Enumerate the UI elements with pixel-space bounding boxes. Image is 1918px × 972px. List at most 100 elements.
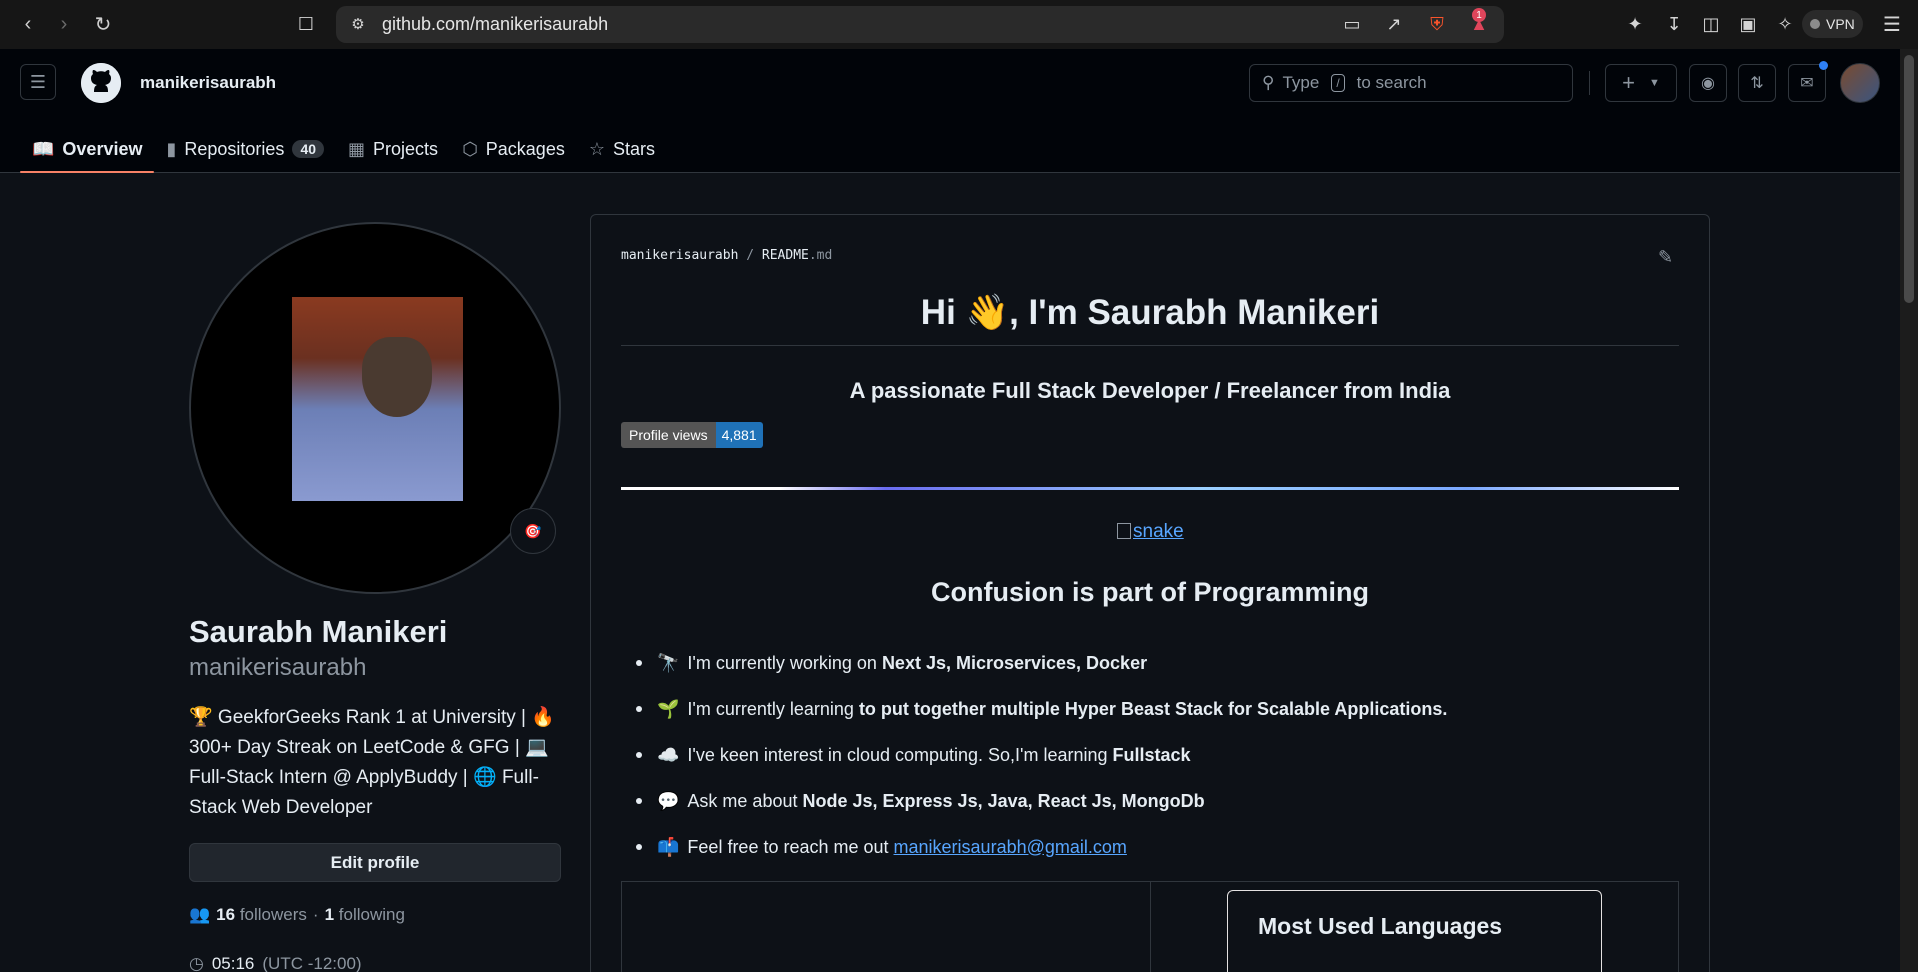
follow-stats: 👥 16 followers · 1 following bbox=[189, 905, 405, 925]
book-icon: 📖 bbox=[32, 138, 55, 159]
tab-overview[interactable]: 📖 Overview bbox=[20, 125, 155, 173]
edit-readme-pencil-icon[interactable]: ✎ bbox=[1658, 247, 1673, 268]
follow-separator: · bbox=[312, 905, 319, 924]
readme-path: manikerisaurabh / README.md bbox=[621, 248, 832, 263]
address-bar[interactable]: ⚙ github.com/manikerisaurabh ▭ ↗ ⛨ ▲ 1 bbox=[336, 6, 1504, 43]
list-item: 🔭 I'm currently working on Next Js, Micr… bbox=[621, 640, 1679, 686]
browser-menu-icon[interactable]: ☰ bbox=[1878, 10, 1906, 38]
readme-file-name: README bbox=[761, 248, 809, 263]
chevron-down-icon: ▼ bbox=[1648, 77, 1660, 89]
sidebar-icon[interactable]: ◫ bbox=[1697, 10, 1725, 38]
tab-packages[interactable]: ⬡ Packages bbox=[450, 125, 577, 173]
profile-avatar[interactable] bbox=[189, 222, 561, 594]
tab-repositories[interactable]: ▮ Repositories 40 bbox=[154, 125, 336, 173]
table-icon: ▦ bbox=[348, 138, 366, 159]
most-used-languages-card: Most Used Languages bbox=[1227, 890, 1602, 972]
snake-image-link[interactable]: snake bbox=[1117, 521, 1184, 543]
search-placeholder-prefix: Type bbox=[1282, 73, 1320, 92]
list-item-text: I'm currently working on bbox=[687, 652, 882, 673]
cast-icon[interactable]: ▭ bbox=[1338, 10, 1366, 38]
list-item-text: I've keen interest in cloud computing. S… bbox=[687, 744, 1113, 765]
readme-owner-link[interactable]: manikerisaurabh bbox=[621, 248, 738, 263]
list-item-text: Ask me about bbox=[687, 790, 803, 811]
seedling-icon: 🌱 bbox=[657, 698, 680, 719]
vpn-label: VPN bbox=[1826, 16, 1855, 32]
list-item: 🌱 I'm currently learning to put together… bbox=[621, 686, 1679, 732]
tab-label: Overview bbox=[62, 138, 143, 159]
profile-views-badge: Profile views 4,881 bbox=[621, 422, 763, 448]
followers-link[interactable]: 16 followers bbox=[216, 905, 307, 925]
tab-label: Repositories bbox=[184, 138, 285, 159]
set-status-button[interactable]: 🎯 bbox=[510, 508, 556, 554]
share-icon[interactable]: ↗ bbox=[1380, 10, 1408, 38]
search-input[interactable]: ⚲ Type / to search bbox=[1249, 64, 1573, 102]
following-link[interactable]: 1 following bbox=[325, 905, 405, 925]
download-icon[interactable]: ↧ bbox=[1660, 10, 1688, 38]
mailbox-icon: 📫 bbox=[657, 836, 680, 857]
target-emoji-icon: 🎯 bbox=[524, 522, 542, 539]
reload-icon[interactable]: ↻ bbox=[89, 10, 117, 38]
search-placeholder-suffix: to search bbox=[1356, 73, 1427, 92]
create-new-button[interactable]: + ▼ bbox=[1605, 64, 1677, 102]
list-item: ☁️ I've keen interest in cloud computing… bbox=[621, 732, 1679, 778]
followers-count: 16 bbox=[216, 905, 236, 924]
tab-label: Projects bbox=[373, 138, 439, 159]
snake-alt-text: snake bbox=[1133, 521, 1184, 542]
user-avatar[interactable] bbox=[1840, 63, 1880, 103]
readme-title: Hi 👋, I'm Saurabh Manikeri bbox=[621, 292, 1679, 346]
edit-profile-button[interactable]: Edit profile bbox=[189, 843, 561, 882]
profile-tabs: 📖 Overview ▮ Repositories 40 ▦ Projects … bbox=[20, 125, 667, 173]
speech-bubble-icon: 💬 bbox=[657, 790, 680, 811]
profile-bio: 🏆 GeekforGeeks Rank 1 at University | 🔥 … bbox=[189, 707, 555, 818]
vpn-button[interactable]: VPN bbox=[1802, 10, 1863, 38]
forward-icon[interactable]: › bbox=[50, 10, 78, 38]
list-item: 📫 Feel free to reach me out manikerisaur… bbox=[621, 824, 1679, 870]
extensions-icon[interactable]: ✦ bbox=[1621, 10, 1649, 38]
timezone-label: (UTC -12:00) bbox=[262, 954, 362, 972]
tab-stars[interactable]: ☆ Stars bbox=[577, 125, 667, 173]
list-item-bold: to put together multiple Hyper Beast Sta… bbox=[858, 698, 1448, 719]
profile-readme: manikerisaurabh / README.md ✎ Hi 👋, I'm … bbox=[590, 214, 1710, 972]
people-icon: 👥 bbox=[189, 905, 211, 924]
header-username[interactable]: manikerisaurabh bbox=[140, 73, 276, 93]
site-settings-icon[interactable]: ⚙ bbox=[344, 10, 372, 38]
brave-shields-icon[interactable]: ⛨ bbox=[1423, 10, 1451, 38]
inbox-button[interactable]: ✉ bbox=[1788, 64, 1826, 102]
list-item-text: I'm currently learning bbox=[687, 698, 859, 719]
issues-button[interactable]: ◉ bbox=[1689, 64, 1727, 102]
readme-subtitle: A passionate Full Stack Developer / Free… bbox=[849, 378, 1451, 403]
following-label: following bbox=[338, 905, 405, 924]
profile-photo bbox=[292, 297, 463, 501]
email-link[interactable]: manikerisaurabh@gmail.com bbox=[894, 837, 1127, 858]
following-count: 1 bbox=[324, 905, 335, 924]
scrollbar-thumb[interactable] bbox=[1904, 55, 1914, 303]
tab-projects[interactable]: ▦ Projects bbox=[336, 125, 450, 173]
star-icon: ☆ bbox=[588, 138, 605, 159]
leo-ai-icon[interactable]: ✧ bbox=[1771, 10, 1799, 38]
list-item: 💬 Ask me about Node Js, Express Js, Java… bbox=[621, 778, 1679, 824]
lang-card-title: Most Used Languages bbox=[1258, 913, 1503, 939]
bookmark-icon[interactable]: ☐ bbox=[292, 10, 320, 38]
list-item-bold: Fullstack bbox=[1112, 744, 1191, 765]
list-item-bold: Node Js, Express Js, Java, React Js, Mon… bbox=[802, 790, 1205, 811]
wallet-icon[interactable]: ▣ bbox=[1734, 10, 1762, 38]
pull-requests-button[interactable]: ⇅ bbox=[1738, 64, 1776, 102]
tab-label: Packages bbox=[485, 138, 565, 159]
search-shortcut-key: / bbox=[1331, 74, 1345, 92]
inbox-icon: ✉ bbox=[1800, 75, 1814, 92]
profile-login: manikerisaurabh bbox=[189, 654, 367, 681]
page-scrollbar[interactable] bbox=[1900, 49, 1918, 972]
back-icon[interactable]: ‹ bbox=[14, 10, 42, 38]
followers-label: followers bbox=[239, 905, 307, 924]
path-separator: / bbox=[746, 248, 755, 263]
github-logo-icon[interactable] bbox=[81, 63, 121, 103]
cloud-icon: ☁️ bbox=[657, 744, 680, 765]
repo-count-badge: 40 bbox=[292, 140, 325, 158]
notification-dot bbox=[1819, 61, 1828, 70]
vpn-status-icon bbox=[1810, 19, 1820, 29]
octocat-icon bbox=[81, 63, 121, 103]
rewards-badge: 1 bbox=[1472, 8, 1486, 22]
menu-button[interactable]: ☰ bbox=[20, 64, 56, 100]
repo-icon: ▮ bbox=[166, 138, 177, 159]
broken-image-icon bbox=[1117, 523, 1131, 539]
